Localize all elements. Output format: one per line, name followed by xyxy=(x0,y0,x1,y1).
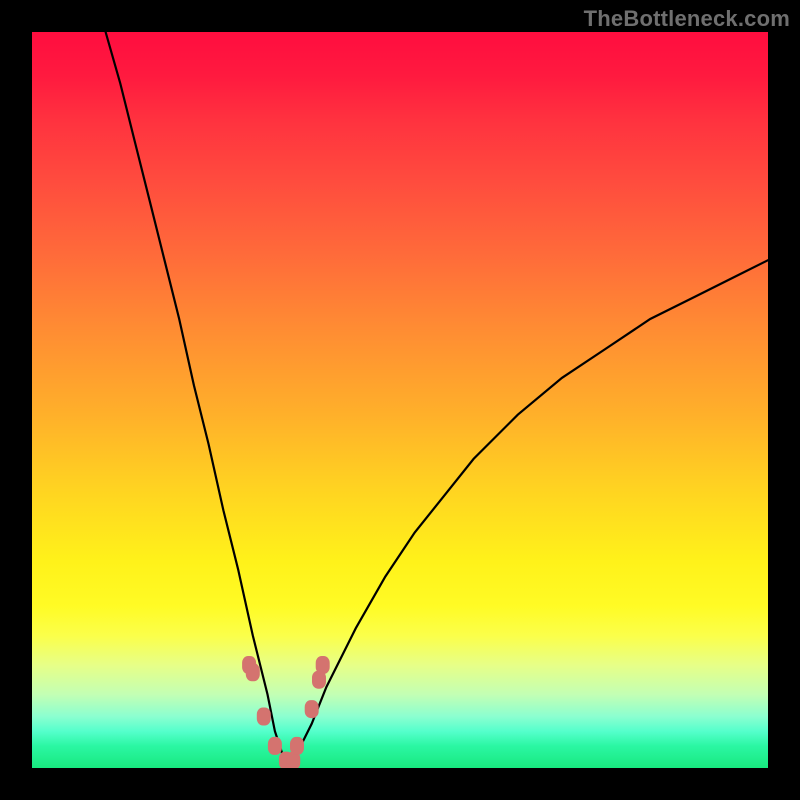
plot-area xyxy=(32,32,768,768)
trough-marker xyxy=(290,737,304,755)
trough-marker xyxy=(316,656,330,674)
chart-frame: TheBottleneck.com xyxy=(0,0,800,800)
trough-marker-group xyxy=(242,656,330,768)
curve-layer xyxy=(32,32,768,768)
trough-marker xyxy=(268,737,282,755)
watermark-text: TheBottleneck.com xyxy=(584,6,790,32)
trough-marker xyxy=(305,700,319,718)
bottleneck-curve xyxy=(106,32,768,768)
trough-marker xyxy=(246,663,260,681)
trough-marker xyxy=(257,708,271,726)
